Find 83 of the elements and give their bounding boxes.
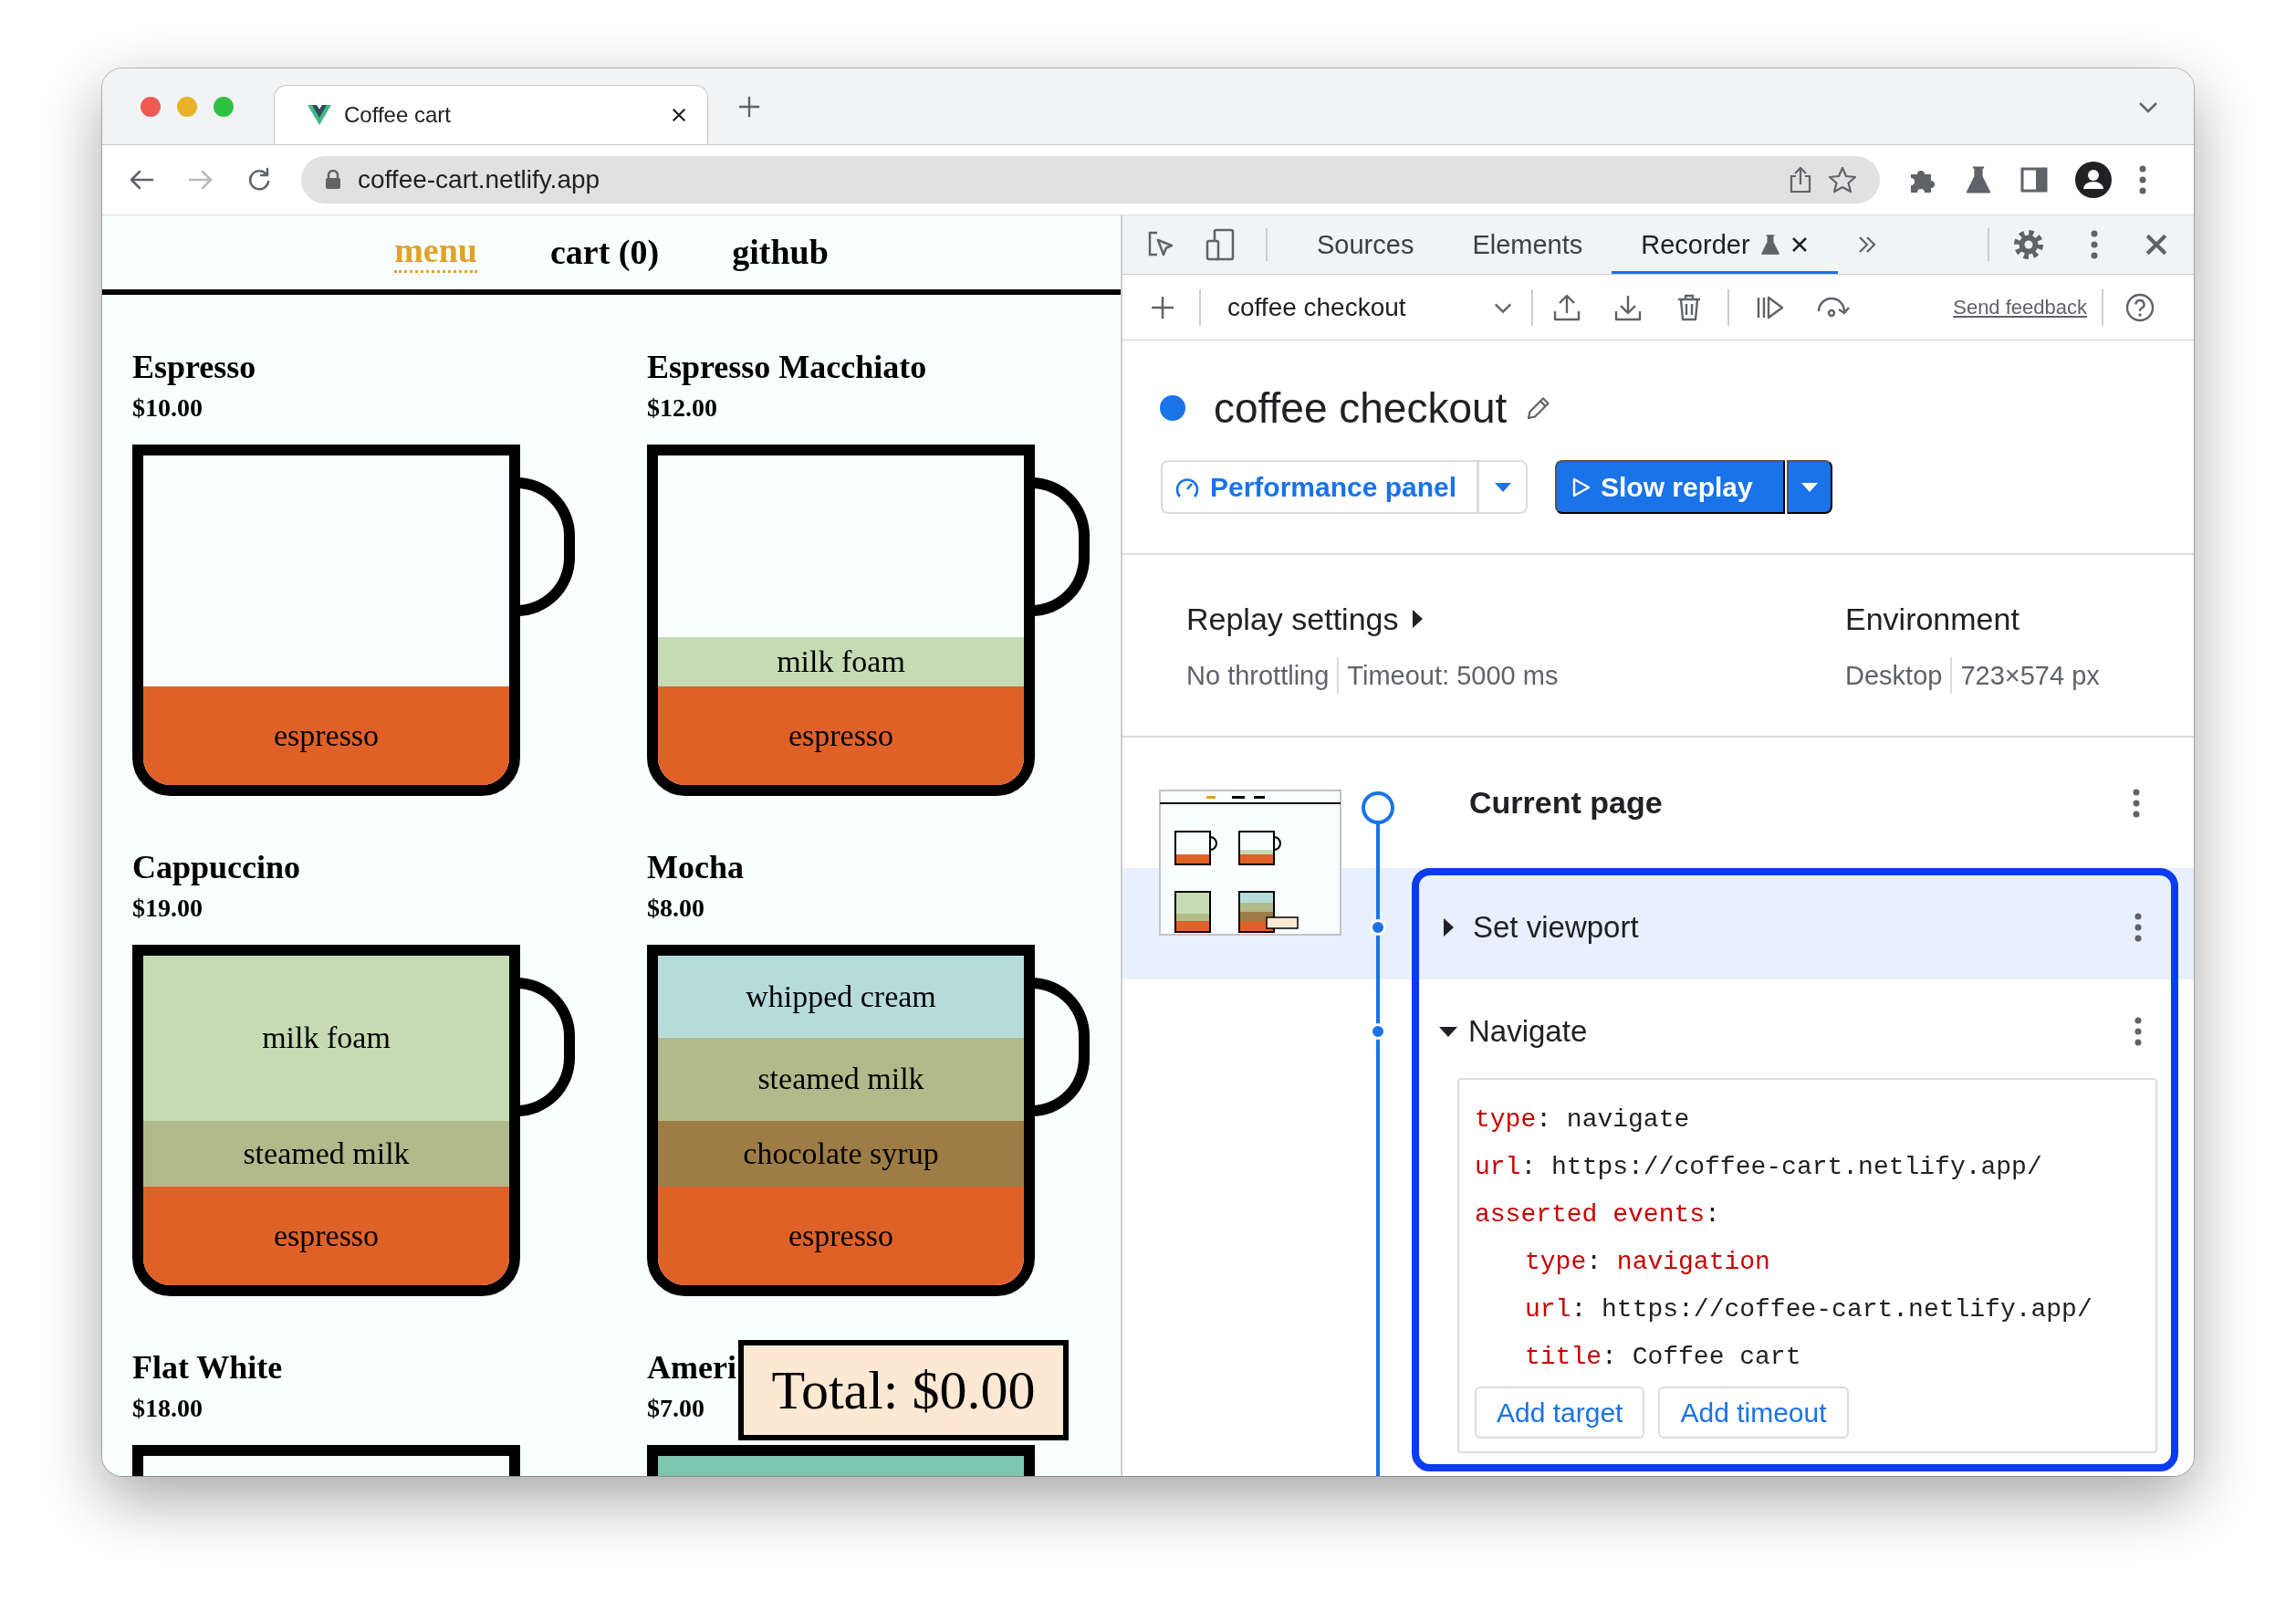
flask-icon[interactable] <box>1964 165 1993 194</box>
share-icon[interactable] <box>1789 166 1812 194</box>
setting-value: Desktop <box>1845 660 1943 692</box>
caret-right-icon[interactable] <box>1444 918 1454 937</box>
close-icon[interactable] <box>671 107 687 123</box>
device-icon[interactable] <box>1205 228 1235 261</box>
panel-tab[interactable]: Sources <box>1288 215 1444 274</box>
caret-down-icon <box>1801 482 1818 492</box>
drink-layer: steamed milk <box>658 1038 1024 1121</box>
panel-tab[interactable]: Elements <box>1443 215 1612 274</box>
code-line: asserted events: <box>1475 1199 1721 1230</box>
drink-layer: steamed milk <box>143 1120 509 1187</box>
recording-select[interactable]: coffee checkout <box>1201 292 1531 322</box>
plus-icon[interactable] <box>1150 294 1175 320</box>
panel-tab[interactable]: Recorder <box>1612 215 1838 274</box>
product-name: Mocha <box>647 848 745 886</box>
send-feedback-link[interactable]: Send feedback <box>1953 295 2087 319</box>
slow-replay-button[interactable]: Slow replay <box>1555 460 1785 514</box>
setting-value: No throttling <box>1186 660 1330 692</box>
drink-layer: espresso <box>658 686 1024 785</box>
more-vertical-icon[interactable] <box>2134 913 2142 942</box>
total-display: Total: $0.00 <box>738 1340 1069 1440</box>
drink-layer: espresso <box>658 1186 1024 1285</box>
avatar-icon[interactable] <box>2075 162 2112 198</box>
drink-layer: whipped cream <box>658 956 1024 1039</box>
close-window-button[interactable] <box>141 96 161 117</box>
setting-value: 723×574 px <box>1950 657 2100 694</box>
plus-icon[interactable] <box>737 94 761 119</box>
step-action-button[interactable]: Add timeout <box>1658 1387 1849 1439</box>
timeline-node <box>1362 791 1394 824</box>
product-name: Cappuccino <box>132 848 302 886</box>
drink-layer: chocolate syrup <box>658 1120 1024 1187</box>
more-vertical-icon[interactable] <box>2091 230 2098 259</box>
product-name: Espresso Macchiato <box>647 348 928 386</box>
caret-down-icon <box>1494 482 1511 492</box>
recording-title: coffee checkout <box>1214 383 1508 433</box>
step-title: Navigate <box>1468 1014 1588 1049</box>
product-name: Flat White <box>132 1348 284 1387</box>
code-line: title: Coffee cart <box>1524 1342 1802 1373</box>
caret-right-icon[interactable] <box>1413 610 1424 628</box>
address-field[interactable]: coffee-cart.netlify.app <box>301 156 1880 204</box>
step-action-button[interactable]: Add target <box>1475 1387 1645 1439</box>
close-icon[interactable] <box>1790 236 1809 254</box>
flask-icon[interactable] <box>1759 234 1781 256</box>
product-price: $8.00 <box>647 893 705 924</box>
performance-panel-button[interactable]: Performance panel <box>1161 460 1478 514</box>
nav-link[interactable]: cart (0) <box>550 233 660 272</box>
drink-layer: espresso <box>143 1186 509 1285</box>
more-vertical-icon[interactable] <box>2139 165 2146 194</box>
drink-layer: milk foam <box>143 956 509 1121</box>
product-price: $19.00 <box>132 893 204 924</box>
product-name: Ameri <box>647 1348 737 1387</box>
section-title: Current page <box>1469 785 1663 821</box>
recording-dot <box>1160 395 1185 421</box>
side-panel-icon[interactable] <box>2020 166 2048 194</box>
logo-icon <box>308 104 331 126</box>
dropdown-button[interactable] <box>1787 460 1832 514</box>
caret-down-icon[interactable] <box>1439 1026 1457 1037</box>
product-price: $10.00 <box>132 393 204 424</box>
product-name: Espresso <box>132 348 257 386</box>
step-title: Set viewport <box>1473 910 1639 945</box>
nav-link[interactable]: github <box>732 233 829 272</box>
help-icon[interactable] <box>2125 292 2155 322</box>
lock-icon <box>325 170 341 190</box>
code-line: type: navigation <box>1524 1247 1771 1278</box>
settings-icon[interactable] <box>2013 229 2044 260</box>
more-vertical-icon[interactable] <box>2133 788 2140 818</box>
product-price: $7.00 <box>647 1393 705 1424</box>
product-price: $12.00 <box>647 393 718 424</box>
code-line: url: https://coffee-cart.netlify.app/ <box>1524 1294 2093 1325</box>
product-price: $18.00 <box>132 1393 204 1424</box>
code-line: type: navigate <box>1475 1104 1691 1136</box>
star-icon[interactable] <box>1829 166 1856 194</box>
setting-value: Timeout: 5000 ms <box>1337 657 1559 694</box>
drink-layer: espresso <box>143 686 509 785</box>
browser-tab[interactable]: Coffee cart <box>274 85 708 144</box>
play-icon <box>1571 476 1592 498</box>
more-vertical-icon[interactable] <box>2134 1017 2142 1046</box>
code-line: url: https://coffee-cart.netlify.app/ <box>1475 1152 2043 1183</box>
upload-icon[interactable] <box>1552 292 1581 322</box>
environment-title: Environment <box>1845 601 2019 638</box>
replay-settings-title: Replay settings <box>1186 601 1399 638</box>
drink-layer: milk foam <box>658 636 1024 686</box>
